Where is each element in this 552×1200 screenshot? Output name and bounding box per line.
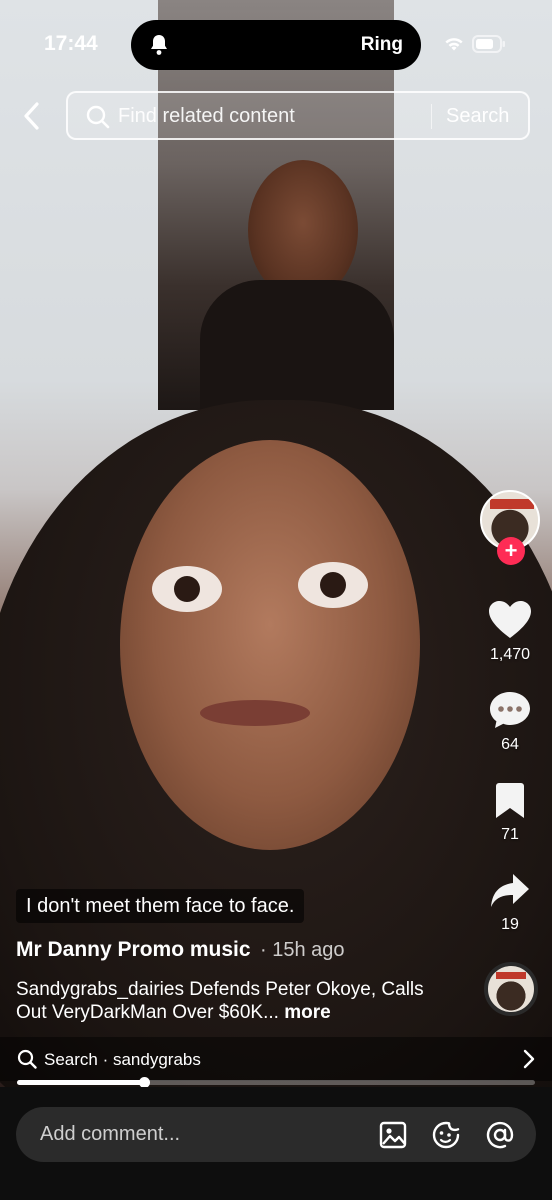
battery-icon xyxy=(472,35,505,53)
search-icon xyxy=(86,105,110,129)
bell-icon xyxy=(151,35,167,55)
save-count: 71 xyxy=(501,826,519,843)
share-arrow-icon xyxy=(491,874,529,907)
music-disc-banner xyxy=(496,972,526,979)
search-input[interactable] xyxy=(118,101,418,131)
main-person-eye-left xyxy=(152,566,222,612)
related-search-text: Search · sandygrabs xyxy=(44,1050,201,1069)
comment-icon xyxy=(490,692,530,728)
progress-fill xyxy=(17,1080,144,1085)
video-subtitle: I don't meet them face to face. xyxy=(16,889,305,923)
share-button[interactable]: 19 xyxy=(480,872,540,934)
inset-person-body xyxy=(200,280,394,410)
related-search-strip[interactable]: Search · sandygrabs xyxy=(0,1037,552,1081)
share-count: 19 xyxy=(501,916,519,933)
heart-icon xyxy=(489,601,531,638)
description-text: Sandygrabs_dairies Defends Peter Okoye, … xyxy=(16,979,424,1023)
mention-at-icon[interactable] xyxy=(485,1120,515,1150)
main-person-mouth xyxy=(200,700,310,726)
author-name[interactable]: Mr Danny Promo music xyxy=(16,938,251,962)
dynamic-island[interactable]: Ring xyxy=(131,20,421,70)
search-divider xyxy=(431,104,432,129)
island-label: Ring xyxy=(360,34,403,55)
video-progress-bar[interactable] xyxy=(17,1077,535,1088)
video-description[interactable]: Sandygrabs_dairies Defends Peter Okoye, … xyxy=(16,978,436,1024)
more-link[interactable]: more xyxy=(284,1002,330,1023)
comment-button[interactable]: 64 xyxy=(480,690,540,754)
search-button[interactable]: Search xyxy=(446,105,509,128)
like-button[interactable]: 1,470 xyxy=(480,600,540,664)
like-count: 1,470 xyxy=(489,646,531,663)
bottom-bar xyxy=(0,1087,552,1200)
main-person-eye-right xyxy=(298,562,368,608)
search-bar[interactable]: Search xyxy=(66,91,530,140)
status-bar: 17:44 Ring xyxy=(0,0,552,88)
wifi-icon xyxy=(445,38,463,51)
bookmark-icon xyxy=(496,783,524,818)
post-time: · 15h ago xyxy=(260,939,345,961)
inset-person xyxy=(248,160,358,300)
image-icon[interactable] xyxy=(378,1120,408,1150)
main-person-face xyxy=(120,440,420,850)
chevron-right-icon xyxy=(523,1049,535,1069)
video-player[interactable] xyxy=(0,0,552,1087)
music-disc[interactable] xyxy=(484,962,538,1016)
avatar-banner xyxy=(490,499,534,509)
save-button[interactable]: 71 xyxy=(480,782,540,844)
sticker-emoji-icon[interactable] xyxy=(431,1120,461,1150)
status-time: 17:44 xyxy=(44,32,98,55)
comment-input[interactable] xyxy=(40,1120,360,1148)
back-arrow-icon[interactable] xyxy=(18,100,46,132)
follow-button[interactable]: + xyxy=(497,537,525,565)
comment-count: 64 xyxy=(501,736,519,753)
comment-box[interactable] xyxy=(16,1107,536,1162)
search-icon xyxy=(17,1049,37,1069)
